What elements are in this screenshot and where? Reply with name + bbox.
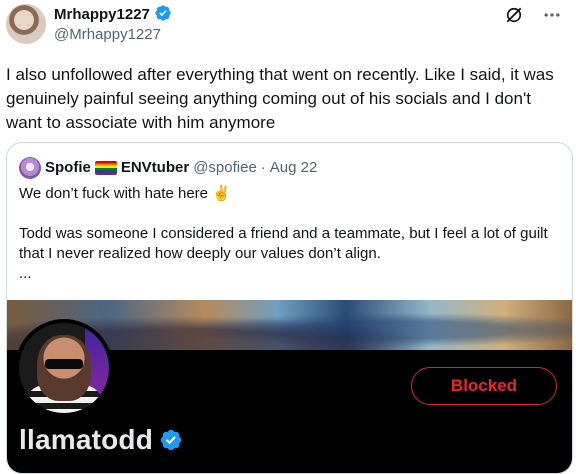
- quoted-ellipsis: ...: [19, 265, 32, 282]
- quoted-author-handle[interactable]: @spofiee: [193, 158, 257, 178]
- author-handle[interactable]: @Mrhappy1227: [54, 25, 161, 45]
- quoted-post[interactable]: Spofie ENVtuber @spofiee · Aug 22 We don…: [6, 142, 573, 474]
- profile-name-text: llamatodd: [19, 424, 154, 455]
- quoted-author-name[interactable]: Spofie: [45, 158, 91, 178]
- grok-icon[interactable]: [504, 5, 524, 25]
- author-name-text[interactable]: Mrhappy1227: [54, 6, 150, 23]
- verified-badge-icon: [160, 429, 182, 451]
- quoted-post-date[interactable]: Aug 22: [270, 158, 318, 178]
- author-avatar[interactable]: [6, 4, 46, 44]
- quoted-author-avatar[interactable]: [19, 157, 41, 179]
- profile-name: llamatodd: [19, 423, 183, 457]
- quoted-line-2: Todd was someone I considered a friend a…: [19, 225, 548, 262]
- profile-avatar[interactable]: [15, 319, 113, 417]
- blocked-button[interactable]: Blocked: [411, 367, 557, 405]
- rainbow-flag-icon: [94, 161, 117, 175]
- meta-separator: ·: [260, 159, 266, 176]
- more-icon[interactable]: [542, 5, 562, 25]
- quoted-author-name-suffix[interactable]: ENVtuber: [121, 158, 189, 178]
- author-name[interactable]: Mrhappy1227: [54, 4, 172, 25]
- quoted-line-1: We don’t fuck with hate here ✌️: [19, 185, 231, 202]
- verified-badge-icon: [155, 5, 171, 21]
- post-text: I also unfollowed after everything that …: [6, 65, 554, 132]
- quoted-post-header: Spofie ENVtuber @spofiee · Aug 22: [19, 157, 317, 179]
- quoted-post-body: We don’t fuck with hate here ✌️ Todd was…: [19, 184, 559, 284]
